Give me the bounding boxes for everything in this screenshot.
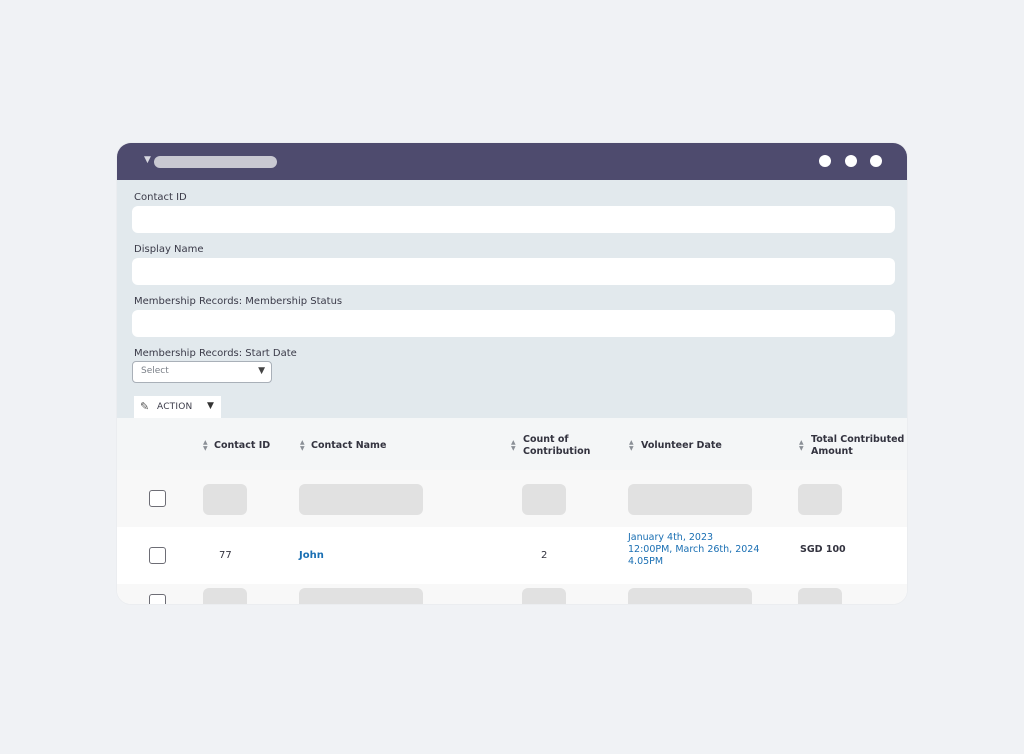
cell-placeholder [798,484,842,515]
filter-panel: Contact ID Display Name Membership Recor… [117,180,907,418]
cell-placeholder [798,588,842,604]
app-window: ▼ Contact ID Display Name Membership Rec… [117,143,907,604]
header-total-line1[interactable]: Total Contributed [811,434,904,446]
start-date-placeholder: Select [141,366,169,376]
cell-placeholder [628,484,752,515]
sort-icon[interactable]: ▲ ▼ [799,440,804,452]
start-date-select[interactable]: Select ▼ [132,361,272,383]
header-count-line1[interactable]: Count of [523,434,569,446]
cell-placeholder [522,484,566,515]
cell-contact-id: 77 [219,550,232,561]
row-checkbox[interactable] [149,490,166,507]
chevron-down-icon: ▼ [258,366,265,376]
cell-count: 2 [541,550,548,561]
contact-id-input[interactable] [132,206,895,233]
cell-placeholder [299,588,423,604]
cell-contact-name-link[interactable]: John [299,550,324,561]
sort-icon[interactable]: ▲ ▼ [511,440,516,452]
cell-volunteer-date-3[interactable]: 4.05PM [628,556,663,567]
collapse-caret-icon[interactable]: ▼ [144,156,151,165]
header-total-line2[interactable]: Amount [811,446,853,458]
chevron-down-icon: ▼ [207,401,214,411]
cell-volunteer-date-1[interactable]: January 4th, 2023 [628,532,713,543]
action-button[interactable]: ✎ ACTION ▼ [134,396,221,418]
table-row-placeholder [117,470,907,527]
header-count-line2[interactable]: Contribution [523,446,590,458]
pencil-icon: ✎ [140,400,150,413]
row-checkbox[interactable] [149,594,166,604]
sort-icon[interactable]: ▲ ▼ [629,440,634,452]
title-bar: ▼ [117,143,907,180]
contact-id-label: Contact ID [134,192,187,203]
table-row-placeholder [117,584,907,604]
sort-icon[interactable]: ▲ ▼ [203,440,208,452]
header-contact-name[interactable]: Contact Name [311,440,386,452]
header-contact-id[interactable]: Contact ID [214,440,270,452]
membership-status-input[interactable] [132,310,895,337]
cell-placeholder [522,588,566,604]
action-label: ACTION [157,402,193,412]
window-dot-icon[interactable] [819,155,831,167]
cell-placeholder [628,588,752,604]
window-dot-icon[interactable] [870,155,882,167]
cell-volunteer-date-2[interactable]: 12:00PM, March 26th, 2024 [628,544,759,555]
membership-status-label: Membership Records: Membership Status [134,296,343,307]
window-dot-icon[interactable] [845,155,857,167]
title-placeholder [154,156,277,168]
cell-placeholder [299,484,423,515]
start-date-label: Membership Records: Start Date [134,348,297,359]
cell-placeholder [203,588,247,604]
table-header: ▲ ▼ Contact ID ▲ ▼ Contact Name ▲ ▼ Count o… [117,418,907,470]
display-name-label: Display Name [134,244,204,255]
cell-placeholder [203,484,247,515]
display-name-input[interactable] [132,258,895,285]
cell-total-amount: SGD 100 [800,544,846,555]
sort-icon[interactable]: ▲ ▼ [300,440,305,452]
row-checkbox[interactable] [149,547,166,564]
table-row[interactable]: 77 John 2 January 4th, 2023 12:00PM, Mar… [117,527,907,584]
header-volunteer-date[interactable]: Volunteer Date [641,440,722,452]
